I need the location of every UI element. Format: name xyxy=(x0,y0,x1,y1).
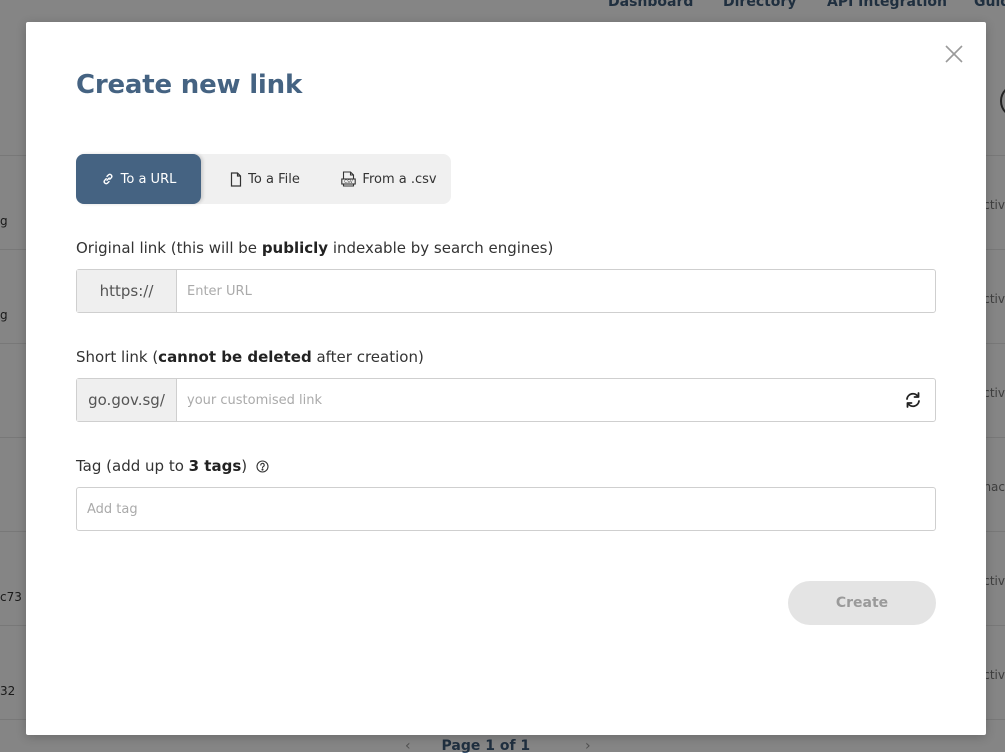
label-text: Short link ( xyxy=(76,348,159,366)
link-type-tabs: To a URL To a File CSV From a .csv xyxy=(76,154,451,204)
tag-label: Tag (add up to 3 tags) xyxy=(76,457,269,475)
tab-label: From a .csv xyxy=(362,171,437,187)
help-icon[interactable] xyxy=(256,460,269,473)
short-link-input[interactable] xyxy=(185,391,891,409)
link-icon xyxy=(101,172,115,186)
original-link-label: Original link (this will be publicly ind… xyxy=(76,239,553,257)
original-link-input-group: https:// xyxy=(76,269,936,313)
url-input[interactable] xyxy=(185,282,935,300)
label-text: after creation) xyxy=(311,348,424,366)
label-emphasis: 3 tags xyxy=(188,457,242,475)
create-button[interactable]: Create xyxy=(788,581,936,625)
label-emphasis: cannot be deleted xyxy=(158,348,312,366)
create-link-modal: Create new link To a URL To a File CSV F… xyxy=(26,22,986,735)
tab-to-file[interactable]: To a File xyxy=(215,154,315,204)
tab-from-csv[interactable]: CSV From a .csv xyxy=(330,154,448,204)
svg-text:CSV: CSV xyxy=(345,179,354,184)
short-link-prefix: go.gov.sg/ xyxy=(77,379,177,421)
url-field-wrapper xyxy=(177,270,935,312)
label-text: Tag (add up to xyxy=(76,457,189,475)
label-text: indexable by search engines) xyxy=(328,239,554,257)
label-emphasis: publicly xyxy=(261,239,329,257)
file-icon xyxy=(230,171,242,187)
short-link-field-wrapper xyxy=(177,379,891,421)
tag-input[interactable] xyxy=(85,500,935,518)
label-text: ) xyxy=(241,457,248,475)
modal-title: Create new link xyxy=(76,70,303,100)
refresh-icon[interactable] xyxy=(891,379,935,421)
tag-input-group xyxy=(76,487,936,531)
tab-label: To a URL xyxy=(120,171,177,187)
short-link-label: Short link (cannot be deleted after crea… xyxy=(76,348,424,366)
tab-label: To a File xyxy=(248,171,300,187)
tab-to-url[interactable]: To a URL xyxy=(76,154,201,204)
url-prefix: https:// xyxy=(77,270,177,312)
short-link-input-group: go.gov.sg/ xyxy=(76,378,936,422)
close-icon[interactable] xyxy=(943,43,965,65)
label-text: Original link (this will be xyxy=(76,239,262,257)
tag-field-wrapper xyxy=(77,488,935,530)
csv-icon: CSV xyxy=(341,171,357,187)
